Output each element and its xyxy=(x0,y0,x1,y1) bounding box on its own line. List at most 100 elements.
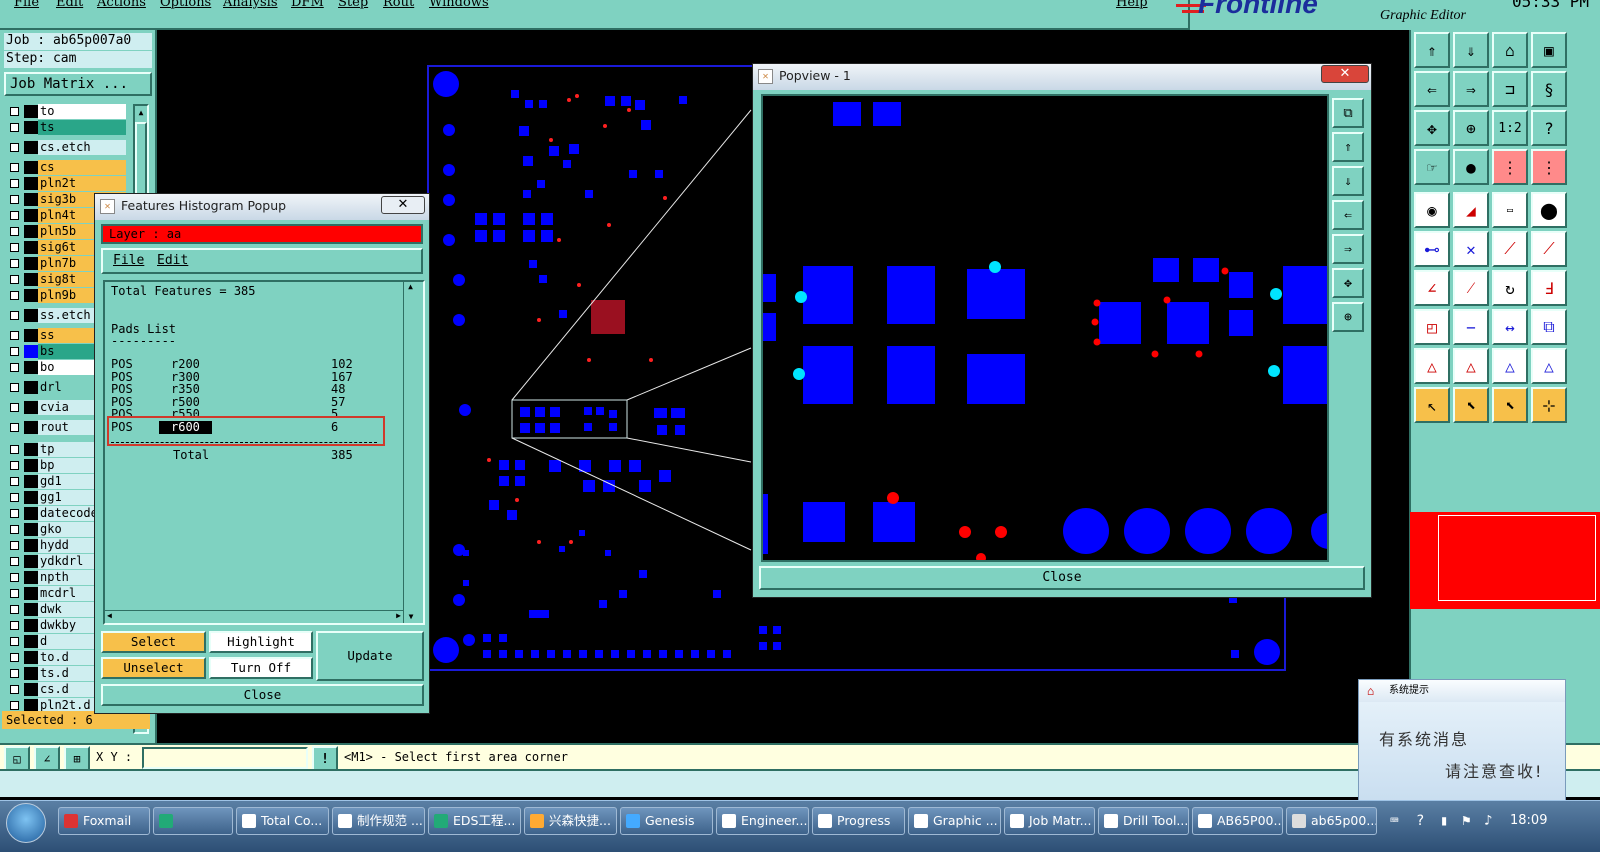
bracket-icon[interactable]: Ⅎ xyxy=(1531,270,1567,306)
layer-checkbox[interactable] xyxy=(10,107,19,116)
layer-checkbox[interactable] xyxy=(10,331,19,340)
layer-checkbox[interactable] xyxy=(10,363,19,372)
taskbar-button[interactable]: ab65p00... xyxy=(1286,807,1377,835)
histogram-menu-file[interactable]: File xyxy=(113,253,144,268)
layer-checkbox[interactable] xyxy=(10,509,19,518)
turn-off-button[interactable]: Turn Off xyxy=(209,657,313,679)
select-net-icon[interactable]: ⊹ xyxy=(1531,387,1567,423)
layer-checkbox[interactable] xyxy=(10,589,19,598)
minimap-viewport[interactable] xyxy=(1438,515,1596,601)
menu-file[interactable]: File xyxy=(14,0,39,10)
minus-icon[interactable]: − xyxy=(1453,309,1489,345)
group-icon[interactable]: ⧉ xyxy=(1531,309,1567,345)
close-icon[interactable]: ✕ xyxy=(381,196,425,214)
angle-icon[interactable]: ∠ xyxy=(1414,270,1450,306)
triangle-icon[interactable]: △ xyxy=(1414,348,1450,384)
home-icon[interactable]: ⌂ xyxy=(1492,32,1528,68)
tray-keyboard-icon[interactable]: ⌨ xyxy=(1390,813,1398,829)
tray-help-icon[interactable]: ? xyxy=(1416,813,1424,829)
triangle4-icon[interactable]: △ xyxy=(1531,348,1567,384)
highlight-button[interactable]: Highlight xyxy=(209,631,313,653)
layer-checkbox[interactable] xyxy=(10,493,19,502)
taskbar-button[interactable]: EDS工程... xyxy=(428,807,521,835)
close-icon[interactable]: ✕ xyxy=(1321,65,1369,83)
layer-name[interactable]: cs xyxy=(38,160,126,175)
layer-row[interactable]: to xyxy=(6,104,126,119)
ruler-icon[interactable]: ▭ xyxy=(1492,192,1528,228)
scale-1-2-icon[interactable]: 1:2 xyxy=(1492,110,1528,146)
layer-row[interactable]: cs.etch xyxy=(6,140,126,155)
layer-checkbox[interactable] xyxy=(10,211,19,220)
zoom-box-icon[interactable]: ⊐ xyxy=(1492,71,1528,107)
cross-icon[interactable]: ✕ xyxy=(1453,231,1489,267)
line-add-icon[interactable]: ◢ xyxy=(1453,192,1489,228)
layer-checkbox[interactable] xyxy=(10,557,19,566)
layer-row[interactable]: ts xyxy=(6,120,126,135)
menu-analysis[interactable]: Analysis xyxy=(223,0,278,10)
layer-checkbox[interactable] xyxy=(10,143,19,152)
taskbar-button[interactable]: Engineer... xyxy=(716,807,809,835)
zoom-in-icon[interactable]: ✥ xyxy=(1414,110,1450,146)
layer-checkbox[interactable] xyxy=(10,461,19,470)
connect-icon[interactable]: ⊷ xyxy=(1414,231,1450,267)
layer-checkbox[interactable] xyxy=(10,195,19,204)
update-button[interactable]: Update xyxy=(316,631,424,681)
taskbar-button[interactable]: AB65P00... xyxy=(1192,807,1283,835)
scroll-right-arrow-icon[interactable]: ▶ xyxy=(396,611,401,620)
xy-input[interactable] xyxy=(142,747,308,769)
pan-left-icon[interactable]: ⇐ xyxy=(1414,71,1450,107)
scroll-down-arrow-icon[interactable]: ▼ xyxy=(404,612,418,621)
layer-checkbox[interactable] xyxy=(10,163,19,172)
snap-icon[interactable]: ● xyxy=(1453,149,1489,185)
scroll-up-arrow-icon[interactable]: ▲ xyxy=(404,282,417,291)
menu-options[interactable]: Options xyxy=(160,0,211,10)
histogram-hscroll[interactable]: ◀ ▶ xyxy=(105,610,403,623)
histogram-close-button[interactable]: Close xyxy=(101,684,424,706)
layer-name[interactable]: cs.etch xyxy=(38,140,126,155)
select-arrow-icon[interactable]: ↖ xyxy=(1414,387,1450,423)
menu-actions[interactable]: Actions xyxy=(97,0,146,10)
popview-close-button[interactable]: Close xyxy=(759,566,1365,590)
histogram-title[interactable]: Features Histogram Popup xyxy=(95,194,429,220)
tray-flag-icon[interactable]: ⚑ xyxy=(1462,813,1470,829)
taskbar-button[interactable]: 制作规范 ... xyxy=(332,807,425,835)
select-box-icon[interactable]: ⬉ xyxy=(1453,387,1489,423)
layer-checkbox[interactable] xyxy=(10,291,19,300)
window-icon[interactable]: ▣ xyxy=(1531,32,1567,68)
zoom-out-icon[interactable]: ⊕ xyxy=(1332,302,1364,332)
triangle2-icon[interactable]: △ xyxy=(1453,348,1489,384)
layer-checkbox[interactable] xyxy=(10,605,19,614)
scroll-left-arrow-icon[interactable]: ◀ xyxy=(107,611,112,620)
taskbar-button[interactable]: 兴森快捷... xyxy=(524,807,617,835)
menu-rout[interactable]: Rout xyxy=(383,0,414,10)
tray-clock[interactable]: 18:09 xyxy=(1510,813,1547,828)
taskbar-button[interactable]: Foxmail xyxy=(58,807,150,835)
layer-checkbox[interactable] xyxy=(10,525,19,534)
layer-checkbox[interactable] xyxy=(10,311,19,320)
layer-checkbox[interactable] xyxy=(10,243,19,252)
taskbar-button[interactable]: Job Matr... xyxy=(1004,807,1095,835)
taskbar-button[interactable]: Drill Tool... xyxy=(1098,807,1189,835)
circle-add-icon[interactable]: ⬤ xyxy=(1531,192,1567,228)
layer-checkbox[interactable] xyxy=(10,685,19,694)
pan-up-icon[interactable]: ⇑ xyxy=(1332,132,1364,162)
help-icon[interactable]: ? xyxy=(1531,110,1567,146)
layer-checkbox[interactable] xyxy=(10,123,19,132)
zoom-window-icon[interactable]: ⧉ xyxy=(1332,98,1364,128)
layer-row[interactable]: cs xyxy=(6,160,126,175)
popview-title[interactable]: Popview - 1 xyxy=(753,64,1371,90)
taskbar-button[interactable] xyxy=(153,807,233,835)
pan-right-icon[interactable]: ⇒ xyxy=(1332,234,1364,264)
layer-name[interactable]: to xyxy=(38,104,126,119)
layer-checkbox[interactable] xyxy=(10,541,19,550)
zoom-in-icon[interactable]: ✥ xyxy=(1332,268,1364,298)
zoom-out-icon[interactable]: ⊕ xyxy=(1453,110,1489,146)
net2-icon[interactable]: ⋮ xyxy=(1531,149,1567,185)
menu-help[interactable]: Help xyxy=(1116,0,1148,10)
pan-right-icon[interactable]: ⇒ xyxy=(1453,71,1489,107)
unselect-button[interactable]: Unselect xyxy=(101,657,206,679)
layer-checkbox[interactable] xyxy=(10,653,19,662)
layer-checkbox[interactable] xyxy=(10,227,19,236)
measure-icon[interactable]: ☞ xyxy=(1414,149,1450,185)
net-icon[interactable]: ⋮ xyxy=(1492,149,1528,185)
